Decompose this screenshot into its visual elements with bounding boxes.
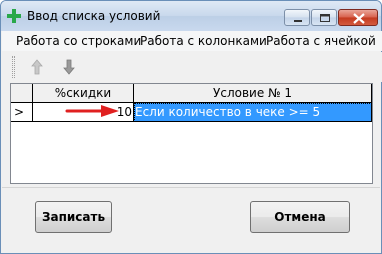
close-icon — [353, 13, 365, 24]
toolbar-grip[interactable] — [12, 56, 15, 78]
window-title: Ввод списка условий — [27, 9, 161, 23]
menu-bar: Работа со строками Работа с колонками Ра… — [2, 31, 382, 51]
column-header-discount[interactable]: %скидки — [33, 84, 134, 103]
column-header-condition[interactable]: Условие № 1 — [134, 84, 372, 103]
minimize-button[interactable] — [284, 9, 310, 26]
title-bar[interactable]: Ввод списка условий — [1, 1, 381, 31]
conditions-grid[interactable]: %скидки Условие № 1 > 10 Если количество… — [10, 83, 373, 184]
move-up-button[interactable] — [26, 56, 48, 78]
divider — [2, 187, 380, 188]
toolbar — [2, 52, 382, 82]
red-pointer-arrow-icon — [65, 105, 119, 117]
menu-rows[interactable]: Работа со строками — [16, 34, 141, 48]
maximize-button[interactable] — [311, 9, 337, 26]
row-indicator[interactable]: > — [11, 103, 33, 122]
move-down-button[interactable] — [58, 56, 80, 78]
arrow-up-icon — [31, 59, 43, 75]
cell-condition-selected[interactable]: Если количество в чеке >= 5 — [134, 103, 372, 122]
dialog-window: Ввод списка условий Работа со строками Р… — [0, 0, 382, 254]
arrow-down-icon — [63, 59, 75, 75]
menu-cell[interactable]: Работа с ячейкой — [266, 34, 376, 48]
save-button[interactable]: Записать — [35, 201, 112, 233]
app-cross-icon — [7, 9, 21, 23]
grid-corner-header — [11, 84, 33, 103]
menu-columns[interactable]: Работа с колонками — [140, 34, 267, 48]
cancel-button[interactable]: Отмена — [250, 201, 350, 233]
close-button[interactable] — [338, 9, 378, 26]
